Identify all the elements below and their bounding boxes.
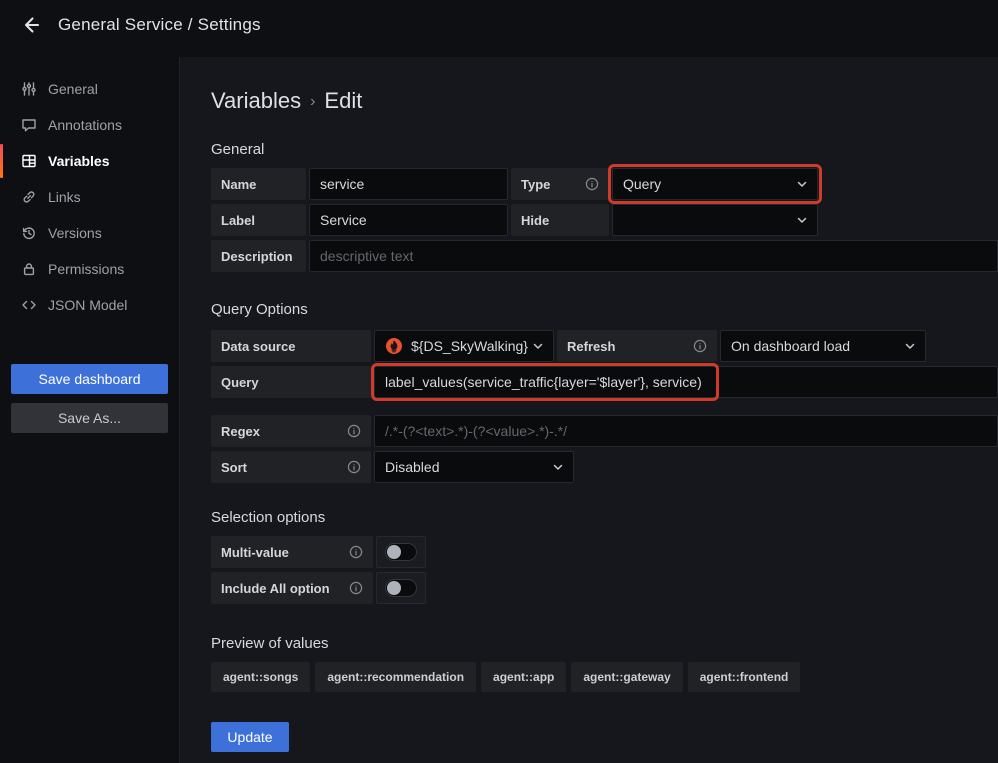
page-title: General Service / Settings <box>58 15 261 35</box>
sidebar-item-general[interactable]: General <box>0 71 179 107</box>
preview-value-chip: agent::recommendation <box>315 662 476 692</box>
info-icon <box>349 581 363 595</box>
settings-sidebar: General Annotations Variables Links Vers… <box>0 50 179 763</box>
name-field-label: Name <box>211 168 306 200</box>
preview-values: agent::songs agent::recommendation agent… <box>211 662 998 692</box>
info-icon <box>347 424 361 438</box>
sliders-icon <box>21 81 37 97</box>
query-input[interactable] <box>374 366 998 398</box>
breadcrumb-page: Edit <box>324 88 362 114</box>
save-dashboard-button[interactable]: Save dashboard <box>11 364 168 394</box>
sidebar-item-variables[interactable]: Variables <box>0 143 179 179</box>
regex-field-label: Regex <box>211 415 371 447</box>
code-brackets-icon <box>21 297 37 313</box>
sidebar-item-label: JSON Model <box>48 297 127 313</box>
preview-value-chip: agent::songs <box>211 662 310 692</box>
breadcrumb-section[interactable]: Variables <box>211 88 301 114</box>
sidebar-item-versions[interactable]: Versions <box>0 215 179 251</box>
update-button[interactable]: Update <box>211 722 289 752</box>
sort-select[interactable]: Disabled <box>374 451 574 483</box>
description-field-label: Description <box>211 240 306 272</box>
sidebar-item-label: Versions <box>48 225 102 241</box>
chevron-down-icon <box>552 461 564 473</box>
general-section-heading: General <box>211 141 998 158</box>
info-icon <box>585 177 599 191</box>
data-source-label: Data source <box>211 330 371 362</box>
sidebar-item-label: Annotations <box>48 117 122 133</box>
info-icon <box>693 339 707 353</box>
data-source-select[interactable]: ${DS_SkyWalking} <box>374 330 554 362</box>
query-field-label: Query <box>211 366 371 398</box>
type-select[interactable]: Query <box>612 168 818 200</box>
sidebar-item-label: Links <box>48 189 81 205</box>
preview-heading: Preview of values <box>211 635 998 652</box>
sidebar-item-links[interactable]: Links <box>0 179 179 215</box>
info-icon <box>347 460 361 474</box>
sort-field-label: Sort <box>211 451 371 483</box>
refresh-select[interactable]: On dashboard load <box>720 330 926 362</box>
chevron-down-icon <box>796 178 808 190</box>
breadcrumb-separator-icon: › <box>310 93 315 111</box>
lock-icon <box>21 261 37 277</box>
comment-icon <box>21 117 37 133</box>
include-all-toggle[interactable] <box>376 572 426 604</box>
variables-grid-icon <box>21 153 37 169</box>
include-all-label: Include All option <box>211 572 373 604</box>
sidebar-item-label: Variables <box>48 153 110 169</box>
preview-value-chip: agent::frontend <box>688 662 801 692</box>
refresh-field-label: Refresh <box>557 330 717 362</box>
header-bar: General Service / Settings <box>0 0 998 50</box>
save-as-button[interactable]: Save As... <box>11 403 168 433</box>
preview-value-chip: agent::gateway <box>571 662 682 692</box>
sidebar-item-annotations[interactable]: Annotations <box>0 107 179 143</box>
arrow-left-icon <box>19 14 41 36</box>
selection-options-heading: Selection options <box>211 509 998 526</box>
label-input[interactable] <box>309 204 508 236</box>
sidebar-item-label: Permissions <box>48 261 124 277</box>
name-input[interactable] <box>309 168 508 200</box>
preview-value-chip: agent::app <box>481 662 566 692</box>
regex-input[interactable] <box>374 415 998 447</box>
sidebar-item-label: General <box>48 81 98 97</box>
chevron-down-icon <box>796 214 808 226</box>
type-field-label: Type <box>511 168 609 200</box>
breadcrumb: Variables › Edit <box>211 88 998 114</box>
history-icon <box>21 225 37 241</box>
chevron-down-icon <box>904 340 916 352</box>
back-button[interactable] <box>16 11 44 39</box>
info-icon <box>349 545 363 559</box>
chevron-down-icon <box>532 340 544 352</box>
hide-field-label: Hide <box>511 204 609 236</box>
label-field-label: Label <box>211 204 306 236</box>
multi-value-toggle[interactable] <box>376 536 426 568</box>
prometheus-flame-icon <box>385 337 403 355</box>
variables-edit-panel: Variables › Edit General Name Type Query <box>179 57 998 763</box>
description-input[interactable] <box>309 240 998 272</box>
sidebar-item-permissions[interactable]: Permissions <box>0 251 179 287</box>
link-icon <box>21 189 37 205</box>
multi-value-label: Multi-value <box>211 536 373 568</box>
hide-select[interactable] <box>612 204 818 236</box>
query-options-heading: Query Options <box>211 301 998 318</box>
sidebar-item-json-model[interactable]: JSON Model <box>0 287 179 323</box>
